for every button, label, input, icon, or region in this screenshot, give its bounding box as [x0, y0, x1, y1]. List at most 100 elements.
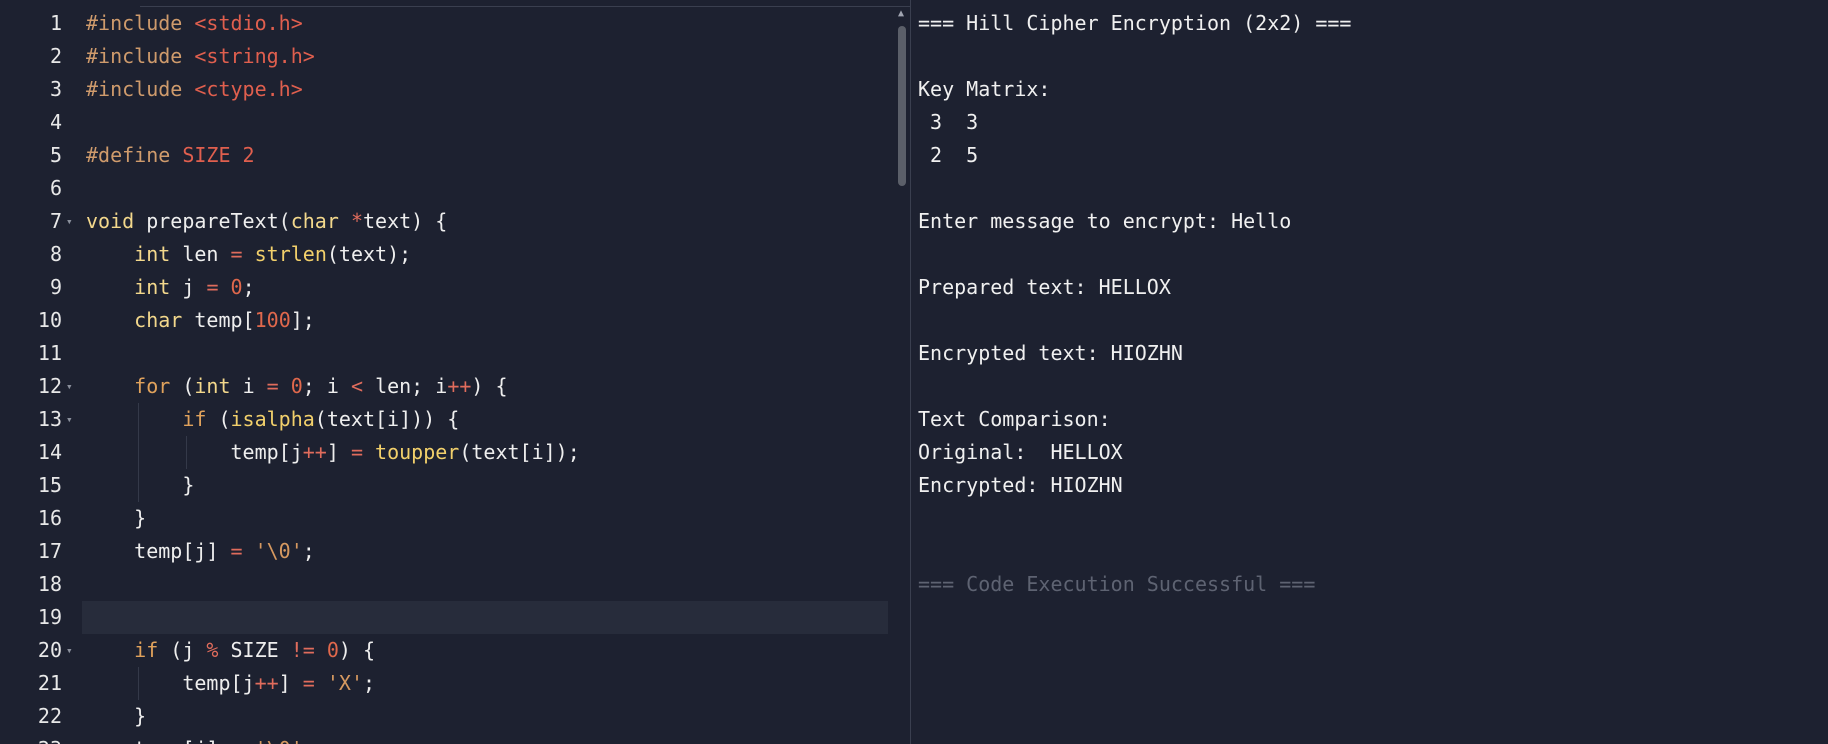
code-token: ++ — [447, 374, 472, 398]
code-text[interactable]: } — [86, 469, 194, 502]
code-token: strlen — [254, 242, 327, 266]
output-line: Encrypted text: HIOZHN — [918, 341, 1183, 365]
code-line[interactable]: 21 temp[j++] = 'X'; — [0, 667, 888, 700]
code-token: = — [206, 275, 231, 299]
code-line[interactable]: 15 } — [0, 469, 888, 502]
code-token: = — [266, 374, 291, 398]
line-number: 20 — [37, 638, 62, 662]
code-line[interactable]: 1 #include <stdio.h> — [0, 7, 888, 40]
code-line[interactable]: 13 ▾ if (isalpha(text[i])) { — [0, 403, 888, 436]
code-text[interactable]: for (int i = 0; i < len; i++) { — [86, 370, 507, 403]
scroll-up-icon[interactable]: ▲ — [895, 8, 907, 20]
code-token: len — [182, 242, 231, 266]
code-line[interactable]: 2 #include <string.h> — [0, 40, 888, 73]
code-line[interactable]: 5 #define SIZE 2 — [0, 139, 888, 172]
code-editor[interactable]: 1 #include <stdio.h> 2 #include <string.h> 3… — [0, 0, 910, 744]
code-text[interactable]: } — [86, 700, 146, 733]
fold-arrow-icon[interactable]: ▾ — [66, 403, 78, 436]
indent-guide — [186, 436, 188, 469]
code-line[interactable]: 17 temp[j] = '\0'; — [0, 535, 888, 568]
line-number: 10 — [37, 308, 62, 332]
code-token: '\0' — [255, 737, 303, 744]
code-line[interactable]: 23 temp[j] = '\0'; — [0, 733, 888, 744]
code-token: 0 — [290, 374, 303, 398]
code-token: <stdio.h> — [194, 11, 303, 35]
code-line[interactable]: 18 — [0, 568, 888, 601]
code-text[interactable]: if (j % SIZE != 0) { — [86, 634, 375, 667]
code-text[interactable]: void prepareText(char *text) { — [86, 205, 447, 238]
code-token: ] — [326, 440, 351, 464]
output-line: Encrypted: HIOZHN — [918, 473, 1123, 497]
code-text[interactable]: #include <string.h> — [86, 40, 315, 73]
fold-arrow-icon[interactable]: ▾ — [66, 370, 78, 403]
code-token: 'X' — [326, 671, 363, 695]
code-text[interactable]: int j = 0; — [86, 271, 255, 304]
code-token: ; i — [302, 374, 351, 398]
line-number: 22 — [37, 704, 62, 728]
output-line: Enter message to encrypt: Hello — [918, 209, 1292, 233]
code-text[interactable]: } — [86, 502, 146, 535]
code-line[interactable]: 9 int j = 0; — [0, 271, 888, 304]
code-line[interactable]: 22 } — [0, 700, 888, 733]
code-line[interactable]: 6 — [0, 172, 888, 205]
line-number: 8 — [49, 242, 62, 266]
code-text[interactable]: temp[j] = '\0'; — [86, 535, 315, 568]
code-token: ) { — [338, 638, 376, 662]
code-token: void — [86, 209, 147, 233]
code-token: } — [86, 704, 147, 728]
scrollbar-thumb[interactable] — [898, 26, 906, 186]
code-token: ; — [242, 275, 255, 299]
line-number: 16 — [37, 506, 62, 530]
code-line[interactable]: 20 ▾ if (j % SIZE != 0) { — [0, 634, 888, 667]
code-token: (text); — [326, 242, 412, 266]
code-text[interactable]: temp[j] = '\0'; — [86, 733, 315, 744]
fold-arrow-icon[interactable]: ▾ — [66, 634, 78, 667]
line-number: 15 — [37, 473, 62, 497]
code-token: SIZE 2 — [182, 143, 255, 167]
code-token: temp[j] — [86, 737, 231, 744]
code-token: '\0' — [254, 539, 303, 563]
code-text[interactable]: #include <stdio.h> — [86, 7, 303, 40]
code-token: * — [350, 209, 363, 233]
code-text[interactable]: if (isalpha(text[i])) { — [86, 403, 459, 436]
line-number: 14 — [37, 440, 62, 464]
code-text[interactable]: #define SIZE 2 — [86, 139, 255, 172]
fold-arrow-icon[interactable]: ▾ — [66, 205, 78, 238]
code-token: ; — [362, 671, 376, 695]
code-line[interactable]: 4 — [0, 106, 888, 139]
code-line[interactable]: 16 } — [0, 502, 888, 535]
code-text[interactable]: int len = strlen(text); — [86, 238, 411, 271]
code-line[interactable]: 7 ▾ void prepareText(char *text) { — [0, 205, 888, 238]
code-line[interactable]: 19 — [38, 601, 888, 634]
code-text[interactable]: char temp[100]; — [86, 304, 315, 337]
code-token: % — [206, 638, 231, 662]
code-token: isalpha — [230, 407, 315, 431]
code-token: for — [134, 374, 183, 398]
output-console: === Hill Cipher Encryption (2x2) === Key … — [911, 0, 1828, 744]
code-token: prepareText — [146, 209, 279, 233]
code-line[interactable]: 11 — [0, 337, 888, 370]
code-line[interactable]: 10 char temp[100]; — [0, 304, 888, 337]
code-token: i — [242, 374, 267, 398]
output-line: 3 3 — [918, 110, 979, 134]
code-line[interactable]: 12 ▾ for (int i = 0; i < len; i++) { — [0, 370, 888, 403]
code-text[interactable]: #include <ctype.h> — [86, 73, 303, 106]
code-token: (text[i])) { — [314, 407, 460, 431]
line-number: 5 — [49, 143, 62, 167]
indent-guide — [138, 667, 140, 700]
code-token: ( — [182, 374, 195, 398]
output-line: Text Comparison: — [918, 407, 1111, 431]
code-token: #define — [86, 143, 183, 167]
code-line[interactable]: 3 #include <ctype.h> — [0, 73, 888, 106]
code-line[interactable]: 14 temp[j++] = toupper(text[i]); — [0, 436, 888, 469]
code-line[interactable]: 8 int len = strlen(text); — [0, 238, 888, 271]
code-token: temp[j — [86, 440, 303, 464]
line-number: 17 — [37, 539, 62, 563]
code-text[interactable]: temp[j++] = toupper(text[i]); — [86, 436, 579, 469]
code-token: char — [134, 308, 195, 332]
code-token: SIZE — [230, 638, 291, 662]
code-text[interactable]: temp[j++] = 'X'; — [86, 667, 375, 700]
